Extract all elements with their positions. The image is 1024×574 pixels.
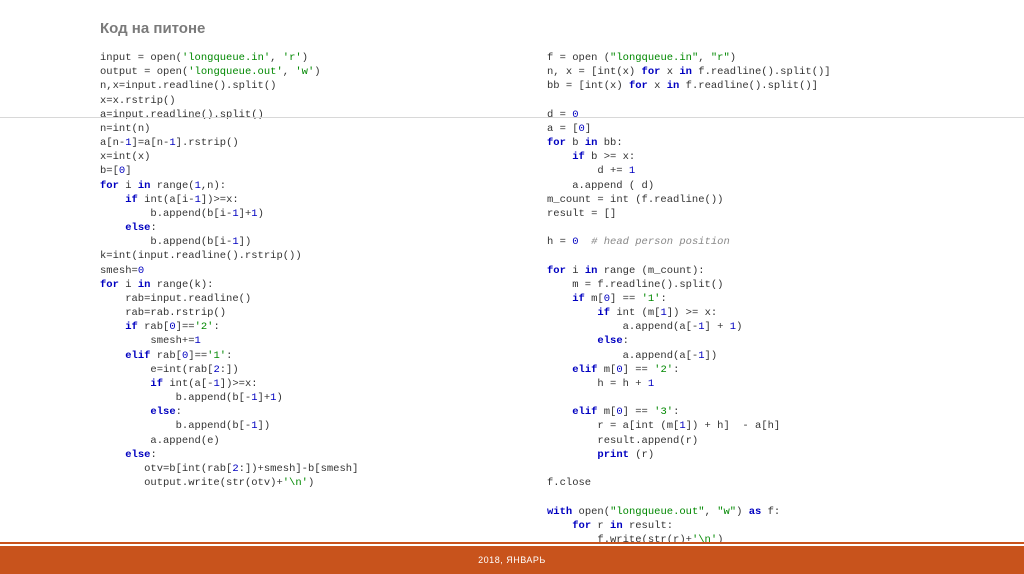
slide: Код на питоне input = open('longqueue.in… (0, 0, 1024, 574)
code-block-right: f = open ("longqueue.in", "r") n, x = [i… (547, 51, 944, 547)
code-columns: input = open('longqueue.in', 'r') output… (100, 51, 944, 547)
horizontal-divider (0, 117, 1024, 118)
right-column: f = open ("longqueue.in", "r") n, x = [i… (547, 51, 944, 547)
slide-footer: 2018, ЯНВАРЬ (0, 546, 1024, 574)
slide-title: Код на питоне (100, 20, 944, 37)
left-column: input = open('longqueue.in', 'r') output… (100, 51, 497, 547)
